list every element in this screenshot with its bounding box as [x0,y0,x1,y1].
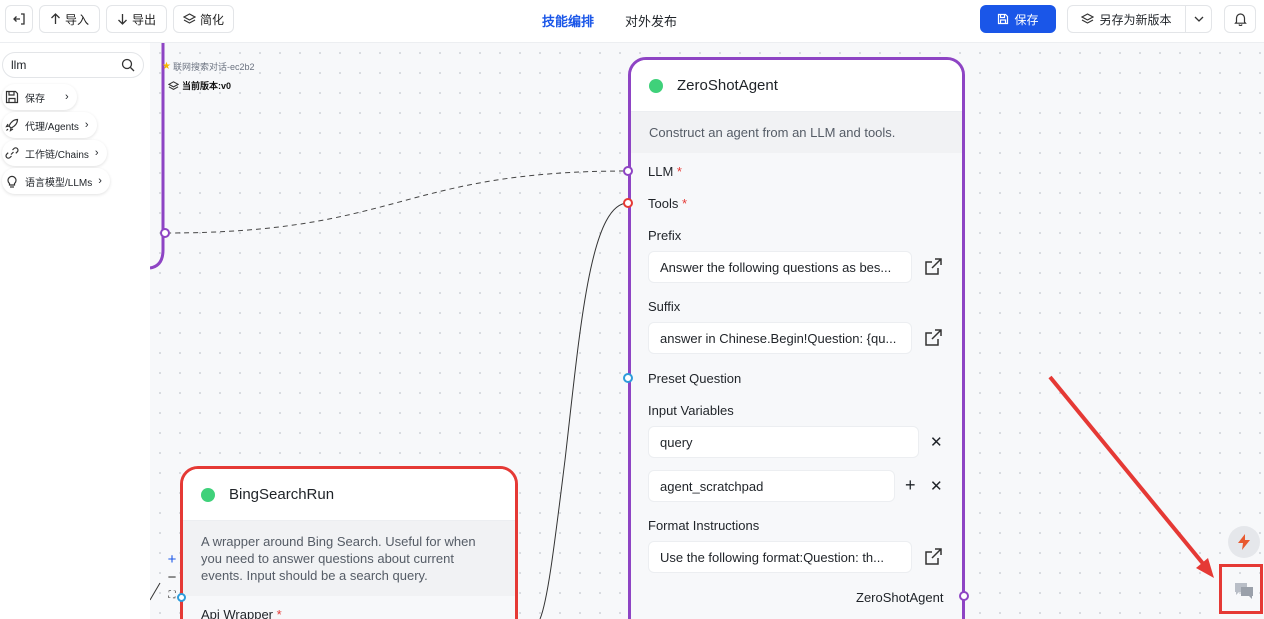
top-toolbar: 导入 导出 简化 技能编排 对外发布 保存 另存为新版本 [0,0,1264,43]
sidebar-item-agents[interactable]: 代理/Agents › [2,112,97,138]
flow-version: 当前版本:v0 [168,79,231,92]
quick-action-button[interactable] [1228,526,1260,558]
lightning-icon [1238,534,1250,550]
link-icon [5,147,19,159]
left-node-output-handle[interactable] [160,228,170,238]
export-button[interactable]: 导出 [106,5,167,33]
component-search-input[interactable]: llm [2,52,144,78]
save-as-dropdown-button[interactable] [1186,6,1211,32]
annotation-highlight-box [1219,564,1263,614]
import-button[interactable]: 导入 [39,5,100,33]
open-external-icon[interactable] [923,328,943,348]
bell-icon [1233,13,1247,26]
preset-question-handle[interactable] [623,373,633,383]
lightbulb-icon [7,175,17,188]
chevron-right-icon: › [84,119,89,131]
bing-node-handle[interactable] [177,593,186,602]
sidebar-item-llms[interactable]: 语言模型/LLMs › [2,168,110,194]
notification-button[interactable] [1224,5,1256,33]
search-value[interactable]: llm [11,58,26,72]
save-button[interactable]: 保存 [980,5,1056,33]
arrow-down-icon [118,14,127,25]
node-title: BingSearchRun [229,486,335,503]
input-variable-scratchpad[interactable]: agent_scratchpad [648,470,895,502]
bing-search-node[interactable]: BingSearchRun A wrapper around Bing Sear… [180,466,518,619]
prefix-input[interactable]: Answer the following questions as bes... [648,251,912,283]
save-icon [998,13,1009,25]
open-external-icon[interactable] [923,547,943,567]
zoom-in-icon[interactable]: + [168,551,177,569]
node-description: Construct an agent from an LLM and tools… [631,112,962,153]
chevron-right-icon: › [94,147,99,159]
suffix-field-label: Suffix [648,299,681,314]
suffix-input[interactable]: answer in Chinese.Begin!Question: {qu... [648,322,912,354]
open-external-icon[interactable] [923,257,943,277]
node-header: BingSearchRun [183,469,515,521]
input-variable-query[interactable]: query [648,426,919,458]
layers-icon [168,80,179,90]
node-description: A wrapper around Bing Search. Useful for… [183,521,515,596]
api-wrapper-label: Api Wrapper * [201,607,282,619]
chevron-right-icon: › [98,175,102,187]
exit-icon [13,13,25,25]
agent-output-handle[interactable] [959,591,969,601]
remove-variable-icon[interactable]: ✕ [930,477,943,495]
search-icon[interactable] [121,58,135,72]
prefix-field-label: Prefix [648,228,682,243]
add-variable-icon[interactable]: + [905,475,916,496]
layers-icon [1081,13,1095,24]
node-title: ZeroShotAgent [677,77,778,94]
flow-name: ★ 联网搜索对话-ec2b2 [162,61,255,72]
zoom-out-icon[interactable]: − [168,569,177,587]
output-label: ZeroShotAgent [856,590,944,605]
format-instructions-input[interactable]: Use the following format:Question: th... [648,541,912,573]
node-header: ZeroShotAgent [631,60,962,112]
remove-variable-icon[interactable]: ✕ [930,433,943,451]
format-instructions-label: Format Instructions [648,518,760,533]
chevron-right-icon: › [65,91,69,103]
llm-field-label: LLM * [648,164,682,179]
save-icon [5,90,19,104]
exit-button[interactable] [5,5,33,33]
tab-publish[interactable]: 对外发布 [625,11,677,30]
sidebar-item-save[interactable]: 保存 › [2,84,77,110]
save-as-group: 另存为新版本 [1067,5,1212,33]
input-variables-label: Input Variables [648,403,734,418]
tab-skill-orchestration[interactable]: 技能编排 [542,11,594,30]
preset-question-label: Preset Question [648,371,742,386]
rocket-icon [5,118,19,132]
save-as-new-version-button[interactable]: 另存为新版本 [1068,6,1186,32]
tools-input-handle[interactable] [623,198,633,208]
sidebar-item-chains[interactable]: 工作链/Chains › [2,140,107,166]
chevron-down-icon [1194,16,1203,22]
fit-view-icon[interactable]: ⛶ [169,587,176,605]
llm-input-handle[interactable] [623,166,633,176]
star-icon: ★ [162,61,171,72]
layers-icon [182,13,196,24]
status-dot [649,78,663,93]
tools-field-label: Tools * [648,196,688,211]
arrow-up-icon [51,13,60,24]
status-dot [201,487,215,502]
simplify-button[interactable]: 简化 [173,5,234,33]
